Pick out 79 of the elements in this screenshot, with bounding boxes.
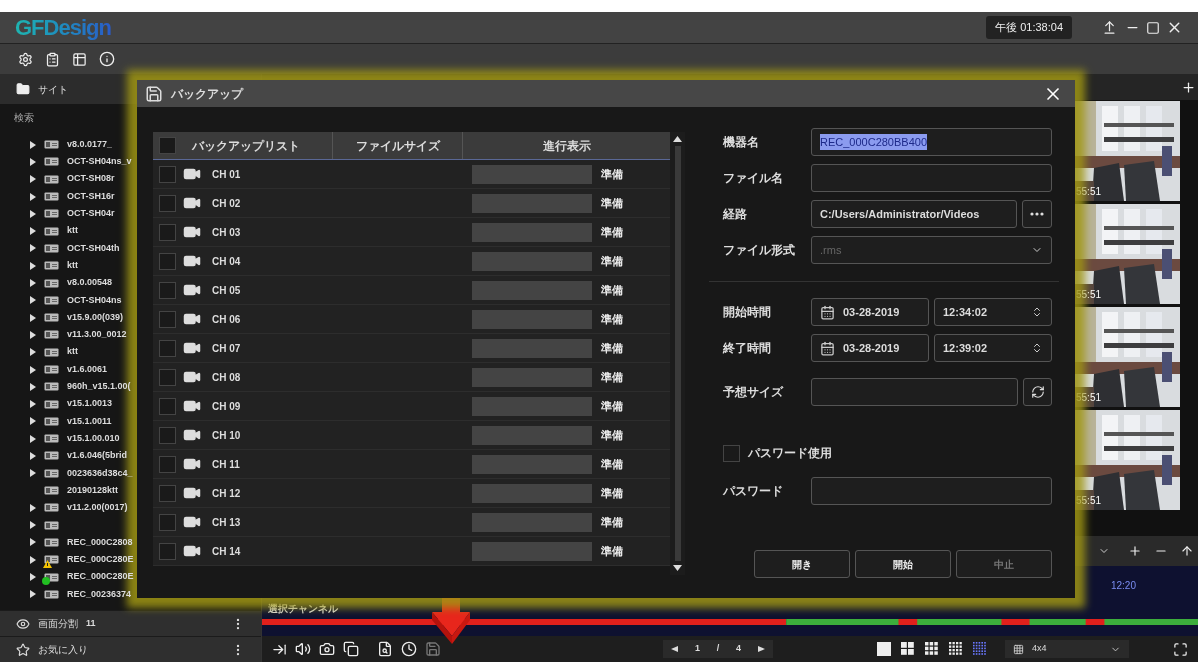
- status-text: 準備: [601, 282, 623, 298]
- channel-name: CH 12: [212, 486, 241, 501]
- status-text: 準備: [601, 514, 623, 530]
- device-name: 0023636d38c4_: [67, 466, 133, 480]
- status-text: 準備: [601, 340, 623, 356]
- channel-name: CH 05: [212, 283, 241, 298]
- device-name: 960h_v15.1.00(: [67, 380, 131, 394]
- column-header: バックアップリスト: [192, 137, 300, 155]
- panel-label: お気に入り: [38, 643, 88, 657]
- device-name: v15.9.00(039): [67, 310, 124, 324]
- column-header: 進行表示: [542, 137, 591, 155]
- channel-name: CH 02: [212, 196, 241, 211]
- dialog-title: バックアップ: [171, 85, 245, 103]
- channel-name: CH 09: [212, 399, 241, 414]
- channel-name: CH 08: [212, 370, 241, 385]
- field-label: ファイル形式: [723, 242, 796, 259]
- status-text: 準備: [601, 398, 623, 414]
- panel-label: 画面分割: [38, 617, 78, 631]
- device-name: REC_00236374: [67, 587, 132, 601]
- channel-name: CH 04: [212, 254, 241, 269]
- device-name: OCT-SH04ns: [67, 293, 122, 307]
- device-name: ktt: [67, 224, 78, 238]
- device-name: OCT-SH16r: [67, 189, 115, 203]
- clock: 午後 01:38:04: [986, 16, 1072, 39]
- device-name: 20190128ktt: [67, 483, 119, 497]
- device-name: OCT-SH04th: [67, 241, 120, 255]
- checkbox-label: パスワード使用: [748, 445, 832, 462]
- channel-label: 選択チャンネル: [268, 602, 338, 616]
- page-separator: /: [716, 642, 720, 656]
- channel-name: CH 06: [212, 312, 241, 327]
- status-text: 準備: [601, 369, 623, 385]
- device-name: ktt: [67, 345, 78, 359]
- device-name: ktt: [67, 258, 78, 272]
- device-name: v15.1.0013: [67, 397, 113, 411]
- device-name: OCT-SH04r: [67, 207, 115, 221]
- field-label: ファイル名: [723, 170, 784, 187]
- channel-name: CH 01: [212, 167, 241, 182]
- status-text: 準備: [601, 543, 623, 559]
- status-text: 準備: [601, 311, 623, 327]
- device-name: v15.1.00.010: [67, 431, 120, 445]
- field-label: 予想サイズ: [723, 384, 785, 401]
- device-name: v1.6.0061: [67, 362, 108, 376]
- channel-name: CH 11: [212, 457, 240, 472]
- field-label: 機器名: [723, 134, 760, 151]
- sidebar-title: サイト: [38, 82, 68, 97]
- panel-count: 11: [86, 616, 96, 630]
- channel-name: CH 03: [212, 225, 241, 240]
- page-current: 1: [695, 642, 701, 656]
- search-label: 検索: [13, 111, 35, 125]
- field-label: 終了時間: [723, 340, 772, 357]
- device-name: OCT-SH08r: [67, 172, 115, 186]
- device-name: v15.1.0011: [67, 414, 112, 428]
- status-text: 準備: [601, 224, 623, 240]
- device-name: REC_000C280E: [67, 570, 134, 584]
- device-name: REC_000C2808: [67, 535, 133, 549]
- status-text: 準備: [601, 166, 623, 182]
- status-text: 準備: [601, 427, 623, 443]
- selected-text: REC_000C280BB400: [820, 133, 928, 151]
- channel-name: CH 13: [212, 515, 241, 530]
- device-name: v8.0.0177_: [67, 137, 113, 151]
- device-name: REC_000C280E: [67, 553, 134, 566]
- status-text: 準備: [601, 485, 623, 501]
- device-name: v8.0.00548: [67, 276, 113, 290]
- status-text: 準備: [601, 195, 623, 211]
- device-name: v11.3.00_0012: [67, 328, 127, 342]
- page-total: 4: [735, 642, 741, 656]
- ruler-label: 12:20: [1110, 579, 1136, 593]
- status-text: 準備: [601, 456, 623, 472]
- field-label: パスワード: [723, 483, 784, 500]
- field-label: 開始時間: [723, 304, 772, 321]
- column-header: ファイルサイズ: [355, 137, 440, 155]
- channel-name: CH 14: [212, 544, 241, 559]
- device-name: OCT-SH04ns_v: [67, 155, 132, 169]
- field-label: 経路: [723, 206, 748, 223]
- channel-name: CH 10: [212, 428, 241, 443]
- status-text: 準備: [601, 253, 623, 269]
- device-name: v11.2.00(0017): [67, 501, 128, 515]
- channel-name: CH 07: [212, 341, 241, 356]
- device-name: v1.6.046(5brid: [67, 449, 128, 463]
